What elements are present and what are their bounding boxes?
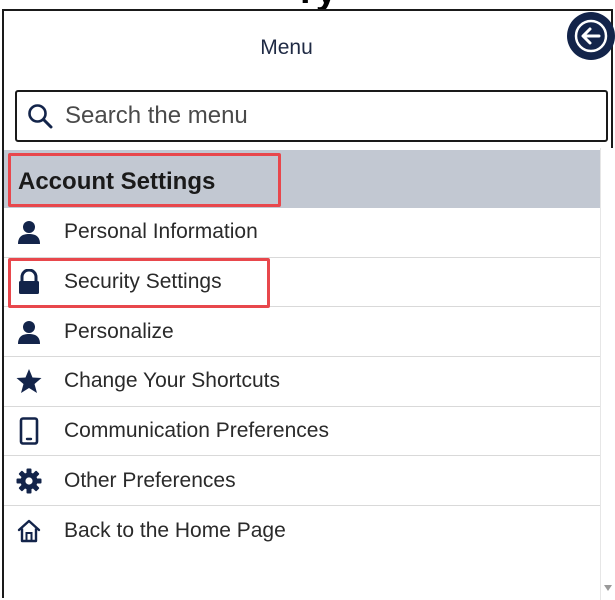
menu-item-change-your-shortcuts[interactable]: Change Your Shortcuts (4, 357, 600, 407)
search-icon (27, 103, 53, 129)
star-icon (16, 368, 42, 394)
menu-item-other-preferences[interactable]: Other Preferences (4, 456, 600, 507)
home-icon (16, 518, 42, 544)
menu-item-personalize[interactable]: Personalize (4, 307, 600, 358)
scrollbar[interactable] (600, 148, 613, 600)
menu-title: Menu (260, 36, 313, 59)
back-button[interactable] (567, 12, 615, 60)
menu-list: Personal Information Security Settings P… (4, 208, 600, 556)
arrow-left-icon (574, 19, 608, 53)
section-header-account-settings: Account Settings (4, 150, 600, 208)
lock-icon (16, 269, 42, 295)
section-title: Account Settings (18, 168, 216, 195)
cropped-heading-text: ry (300, 0, 338, 9)
menu-item-personal-information[interactable]: Personal Information (4, 208, 600, 258)
menu-item-label: Personalize (64, 319, 174, 343)
search-input[interactable] (63, 101, 567, 131)
menu-item-label: Communication Preferences (64, 419, 329, 443)
menu-item-back-to-home-page[interactable]: Back to the Home Page (4, 506, 600, 556)
scroll-down-arrow-icon[interactable] (604, 585, 612, 591)
menu-item-security-settings[interactable]: Security Settings (4, 258, 600, 308)
menu-item-communication-preferences[interactable]: Communication Preferences (4, 407, 600, 457)
menu-item-label: Change Your Shortcuts (64, 369, 280, 393)
user-icon (16, 219, 42, 245)
cropped-heading: ry (300, 0, 470, 9)
gear-icon (16, 468, 42, 494)
menu-item-label: Security Settings (64, 270, 222, 294)
menu-item-label: Personal Information (64, 220, 258, 244)
user-icon (16, 319, 42, 345)
search-field[interactable] (15, 90, 608, 142)
menu-item-label: Other Preferences (64, 468, 236, 492)
menu-item-label: Back to the Home Page (64, 518, 286, 542)
mobile-phone-icon (16, 417, 42, 445)
